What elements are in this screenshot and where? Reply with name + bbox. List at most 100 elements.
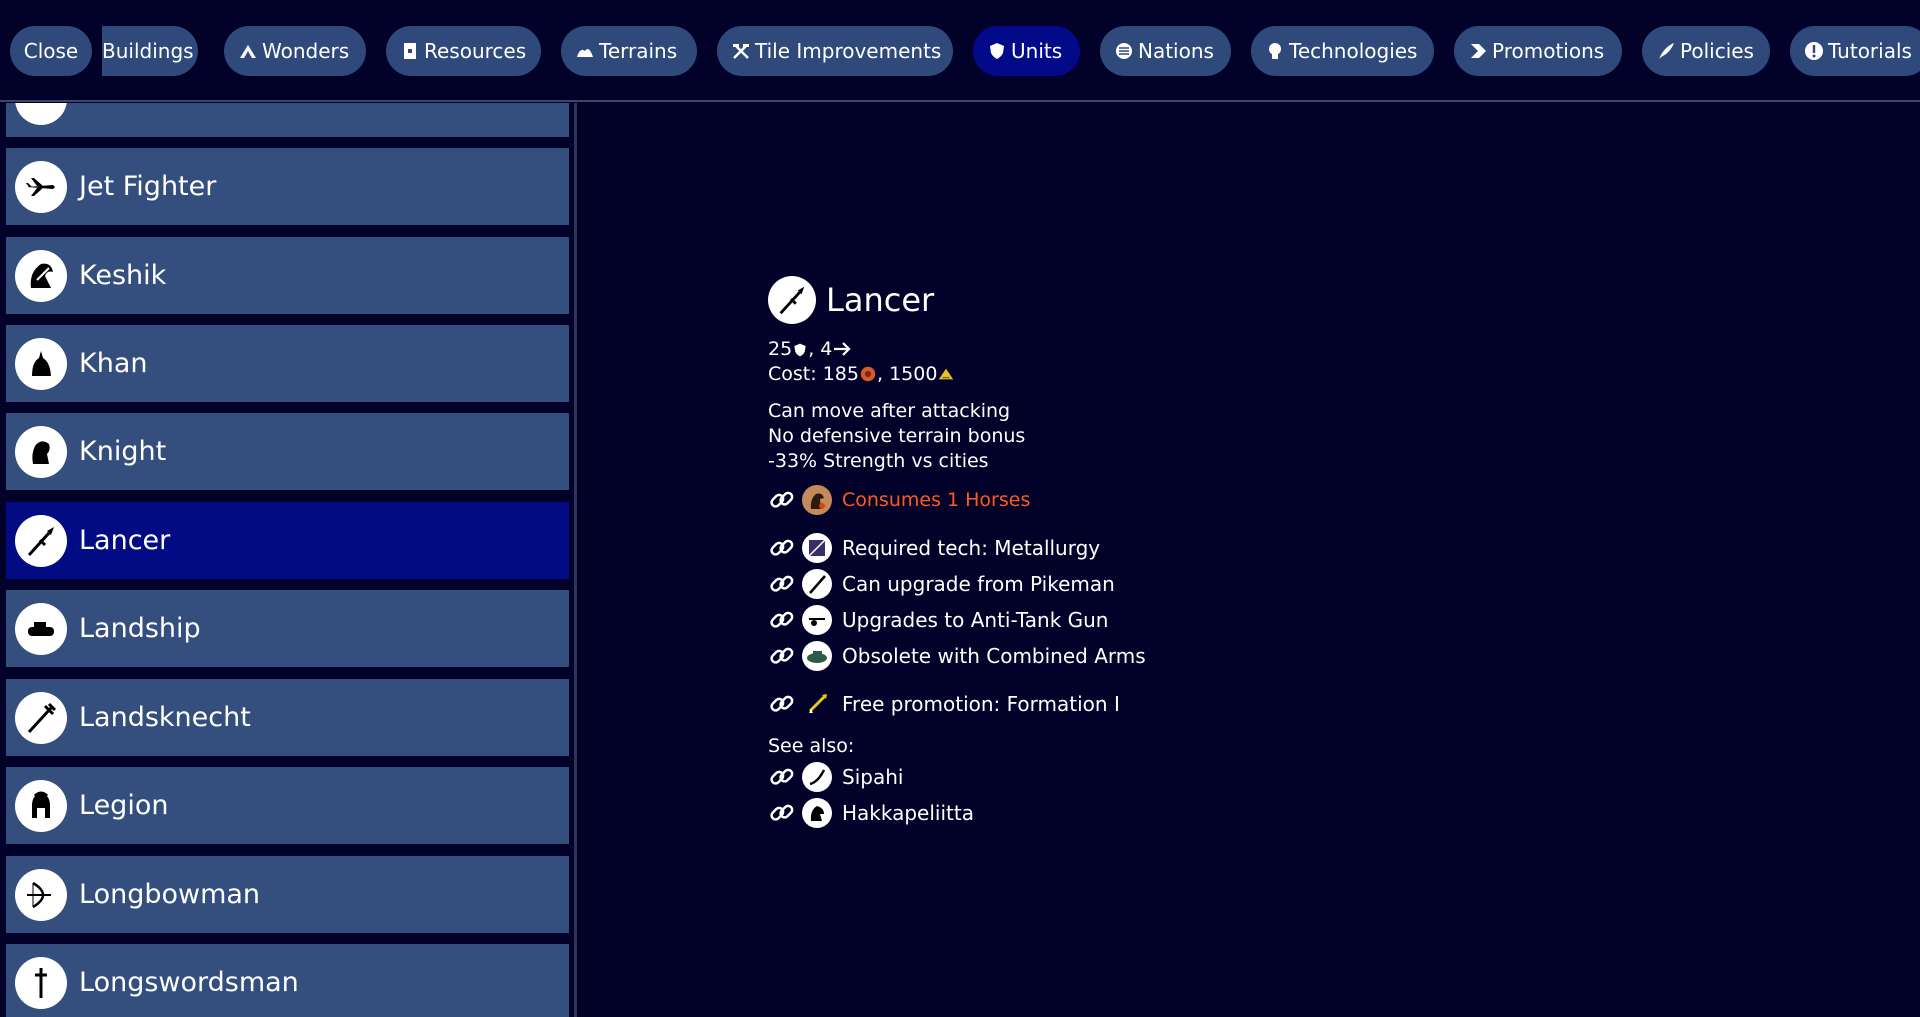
ability-line: Can move after attacking [768,400,1011,422]
link-text: Hakkapeliitta [842,801,974,825]
link-text: Upgrades to Anti-Tank Gun [842,608,1109,632]
category-tutorials-button[interactable]: Tutorials [1790,26,1920,76]
required-tech-link[interactable]: Required tech: Metallurgy [768,530,1668,566]
unit-name: Longswordsman [79,967,299,998]
unit-name: Longbowman [79,879,261,910]
unit-row-partial[interactable] [6,103,569,137]
category-resources-button[interactable]: Resources [386,26,541,76]
free-promotion-link[interactable]: Free promotion: Formation I [768,686,1668,722]
unit-row-knight[interactable]: Knight [6,413,569,490]
quill-icon [1659,43,1674,59]
metallurgy-icon [802,533,832,563]
cost-label: Cost: [768,363,817,385]
movement-arrow-icon [834,342,851,356]
knight-icon [15,425,67,478]
link-icon [770,804,794,821]
unit-icon [15,103,67,125]
cost-line: Cost: 185, 1500 [768,362,1668,387]
category-bar: Buildings Wonders Resources Terrains Til… [0,0,1920,102]
unit-name: Jet Fighter [79,171,217,202]
unit-name: Khan [79,348,148,379]
gold-cost: 1500 [889,363,938,385]
upgrades-to-link[interactable]: Upgrades to Anti-Tank Gun [768,602,1668,638]
unit-row-khan[interactable]: Khan [6,325,569,402]
unit-row-landship[interactable]: Landship [6,590,569,667]
unit-detail-panel: Lancer 25, 4 Cost: 185, 1500 Can move af… [768,275,1668,831]
production-cost: 185 [822,363,859,385]
category-label: Technologies [1289,39,1418,63]
link-text: Can upgrade from Pikeman [842,572,1115,596]
upgrade-from-link[interactable]: Can upgrade from Pikeman [768,566,1668,602]
keshik-icon [15,249,67,302]
category-units-button[interactable]: Units [973,26,1080,76]
lancer-icon [768,276,816,324]
obsolete-with-link[interactable]: Obsolete with Combined Arms [768,638,1668,674]
link-icon [770,695,794,712]
unit-row-jet-fighter[interactable]: Jet Fighter [6,148,569,225]
unit-row-longswordsman[interactable]: Longswordsman [6,944,569,1017]
unit-name: Landship [79,613,201,644]
page-title: Lancer [826,281,935,319]
category-label: Units [1011,39,1063,63]
unit-name: Landsknecht [79,702,251,733]
see-also-sipahi-link[interactable]: Sipahi [768,759,1668,795]
category-buildings-button[interactable]: Buildings [102,26,198,76]
ability-line: No defensive terrain bonus [768,425,1026,447]
detail-header: Lancer [768,275,1668,325]
longbowman-icon [15,868,67,921]
unit-name: Lancer [79,525,171,556]
legion-icon [15,779,67,832]
link-icon [770,491,794,508]
promotion-text: Free promotion: Formation I [842,692,1120,716]
lancer-icon [15,514,67,567]
unit-name: Knight [79,436,167,467]
unit-row-legion[interactable]: Legion [6,767,569,844]
ability-line: -33% Strength vs cities [768,450,989,472]
link-icon [770,575,794,592]
link-text: Sipahi [842,765,904,789]
category-wonders-button[interactable]: Wonders [224,26,366,76]
category-nations-button[interactable]: Nations [1100,26,1231,76]
chevron-icon [1471,44,1486,58]
unit-list[interactable]: Jet Fighter Keshik Khan Knight Lancer La… [0,103,576,1017]
see-also-hakkapeliitta-link[interactable]: Hakkapeliitta [768,795,1668,831]
unit-row-keshik[interactable]: Keshik [6,237,569,314]
strength-shield-icon [794,343,806,357]
category-label: Policies [1680,39,1754,63]
sipahi-icon [802,762,832,792]
link-icon [770,611,794,628]
unit-row-landsknecht[interactable]: Landsknecht [6,679,569,756]
category-policies-button[interactable]: Policies [1642,26,1770,76]
category-terrains-button[interactable]: Terrains [561,26,697,76]
terrain-icon [577,49,593,57]
link-icon [770,768,794,785]
strength-movement-line: 25, 4 [768,337,1668,362]
abilities-list: Can move after attacking No defensive te… [768,399,1668,474]
strength-value: 25 [768,338,793,360]
unit-row-longbowman[interactable]: Longbowman [6,856,569,933]
category-label: Terrains [599,39,678,63]
category-label: Nations [1138,39,1214,63]
category-label: Wonders [262,39,350,63]
link-icon [770,647,794,664]
horses-icon [802,485,832,515]
category-technologies-button[interactable]: Technologies [1251,26,1434,76]
hakkapeliitta-icon [802,798,832,828]
shield-icon [990,43,1004,59]
category-label: Tutorials [1828,39,1912,63]
exclamation-icon [1805,42,1823,60]
category-tile-improvements-button[interactable]: Tile Improvements [717,26,953,76]
nation-icon [1116,43,1132,59]
consumes-resource-link[interactable]: Consumes 1 Horses [768,482,1668,518]
unit-row-lancer[interactable]: Lancer [6,502,569,579]
category-label: Tile Improvements [755,39,942,63]
formation-promotion-icon [802,689,832,719]
link-icon [770,539,794,556]
landsknecht-icon [15,691,67,744]
category-promotions-button[interactable]: Promotions [1454,26,1622,76]
movement-value: 4 [820,338,833,360]
close-button[interactable]: Close [10,26,92,76]
wonder-icon [240,45,256,58]
khan-icon [15,337,67,390]
landship-icon [15,602,67,655]
